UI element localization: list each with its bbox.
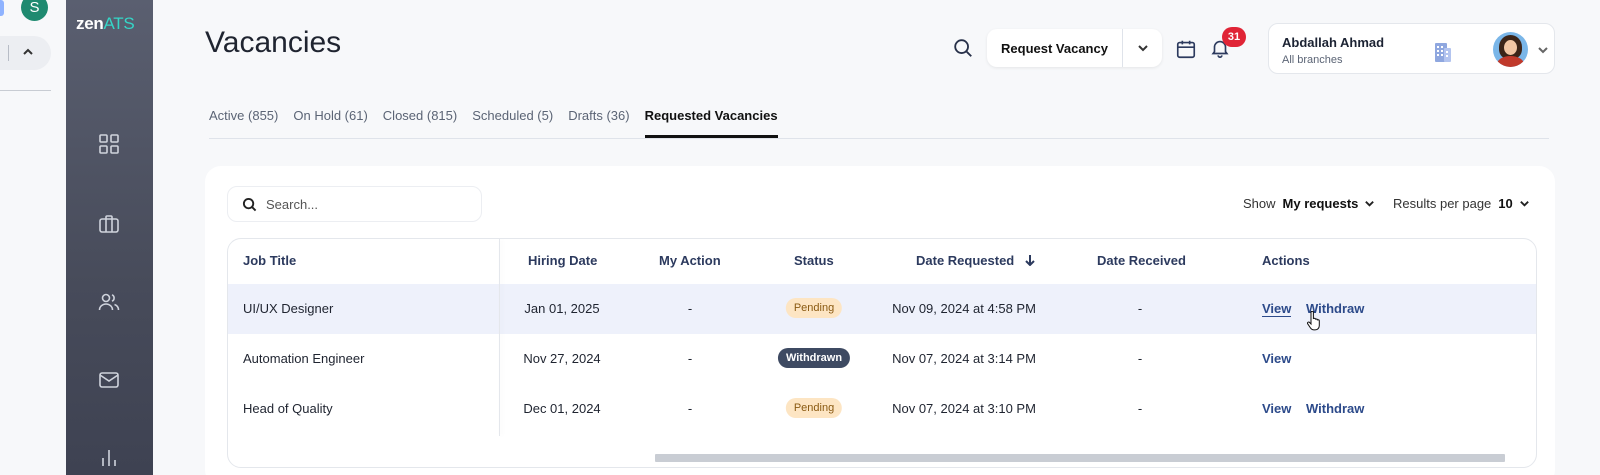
outer-profile-avatar[interactable]: S <box>21 0 48 21</box>
status-badge: Pending <box>785 298 843 318</box>
col-header-my-action[interactable]: My Action <box>659 253 721 268</box>
cell-date-received: - <box>1137 401 1143 416</box>
cell-my-action: - <box>687 301 693 316</box>
vacancy-tabs: Active (855) On Hold (61) Closed (815) S… <box>209 108 793 138</box>
cell-job-title: Head of Quality <box>243 401 333 416</box>
chevron-down-icon <box>1519 198 1530 209</box>
col-header-status[interactable]: Status <box>794 253 834 268</box>
user-avatar <box>1493 32 1528 67</box>
request-vacancy-button[interactable]: Request Vacancy <box>987 29 1123 67</box>
tab-closed[interactable]: Closed (815) <box>383 108 457 138</box>
user-profile-card[interactable]: Abdallah Ahmad All branches <box>1268 23 1555 74</box>
cell-hiring-date: Nov 27, 2024 <box>523 351 601 366</box>
cell-hiring-date: Dec 01, 2024 <box>523 401 601 416</box>
col-header-date-received[interactable]: Date Received <box>1097 253 1186 268</box>
briefcase-icon[interactable] <box>97 212 121 236</box>
cell-hiring-date: Jan 01, 2025 <box>524 301 600 316</box>
cell-date-received: - <box>1137 301 1143 316</box>
col-header-actions: Actions <box>1262 253 1310 268</box>
rpp-label: Results per page <box>1393 196 1492 211</box>
user-branches: All branches <box>1282 54 1343 66</box>
outer-divider <box>8 45 9 61</box>
request-vacancy-split-button: Request Vacancy <box>987 29 1162 67</box>
table-row[interactable]: Automation Engineer Nov 27, 2024 - Withd… <box>228 334 1536 384</box>
horizontal-scrollbar[interactable] <box>655 454 1505 462</box>
zenats-logo[interactable]: zenATS <box>76 14 135 34</box>
hand-cursor-icon <box>1306 310 1321 331</box>
chevron-down-icon <box>1537 43 1549 55</box>
cell-date-requested: Nov 07, 2024 at 3:10 PM <box>892 401 1036 416</box>
outer-separator <box>0 90 51 91</box>
tab-drafts[interactable]: Drafts (36) <box>568 108 629 138</box>
request-vacancy-dropdown[interactable] <box>1123 29 1162 67</box>
show-filter[interactable]: Show My requests <box>1243 196 1375 211</box>
results-per-page-select[interactable]: Results per page 10 <box>1393 196 1530 211</box>
calendar-icon[interactable] <box>1175 38 1197 60</box>
mail-icon[interactable] <box>97 368 121 392</box>
view-link[interactable]: View <box>1262 401 1291 416</box>
tabs-divider <box>209 138 1549 139</box>
sticky-column-divider <box>499 239 500 436</box>
cell-job-title: UI/UX Designer <box>243 301 334 316</box>
arrow-down-icon[interactable] <box>1024 254 1036 266</box>
view-link[interactable]: View <box>1262 351 1291 366</box>
show-value: My requests <box>1282 196 1359 211</box>
view-link[interactable]: View <box>1262 301 1292 317</box>
cell-my-action: - <box>687 351 693 366</box>
sidebar: zenATS <box>66 0 153 475</box>
search-icon[interactable] <box>952 37 976 61</box>
building-icon <box>1430 40 1454 64</box>
cell-date-received: - <box>1137 351 1143 366</box>
page-title: Vacancies <box>205 26 342 59</box>
tab-requested-vacancies[interactable]: Requested Vacancies <box>644 108 778 138</box>
outer-active-indicator <box>0 0 4 16</box>
chevron-up-icon <box>22 45 34 61</box>
notification-count-badge: 31 <box>1222 27 1246 47</box>
col-header-hiring-date[interactable]: Hiring Date <box>528 253 597 268</box>
col-header-job-title[interactable]: Job Title <box>243 253 296 268</box>
tab-active[interactable]: Active (855) <box>209 108 278 138</box>
requests-card: Show My requests Results per page 10 Job… <box>205 166 1555 475</box>
cell-job-title: Automation Engineer <box>243 351 365 366</box>
chevron-down-icon <box>1364 198 1375 209</box>
table-row[interactable]: Head of Quality Dec 01, 2024 - Pending N… <box>228 384 1536 434</box>
outer-collapse-toggle[interactable] <box>0 36 51 70</box>
outer-app-strip: S <box>0 0 66 475</box>
cell-date-requested: Nov 07, 2024 at 3:14 PM <box>892 351 1036 366</box>
rpp-value: 10 <box>1498 196 1513 211</box>
table-row[interactable]: UI/UX Designer Jan 01, 2025 - Pending No… <box>228 284 1536 334</box>
cell-my-action: - <box>687 401 693 416</box>
status-badge: Withdrawn <box>777 348 851 368</box>
user-name: Abdallah Ahmad <box>1282 35 1385 50</box>
dashboard-grid-icon[interactable] <box>97 132 121 156</box>
col-header-date-requested-label: Date Requested <box>916 253 1015 268</box>
tab-scheduled[interactable]: Scheduled (5) <box>472 108 553 138</box>
requests-table: Job Title Hiring Date My Action Status D… <box>227 238 1537 468</box>
search-icon <box>242 197 257 211</box>
withdraw-link[interactable]: Withdraw <box>1306 401 1364 416</box>
col-header-date-requested[interactable]: Date Requested <box>916 253 1036 268</box>
search-input[interactable] <box>266 196 466 212</box>
logo-text-accent: ATS <box>103 14 135 33</box>
show-label: Show <box>1243 196 1276 211</box>
tab-on-hold[interactable]: On Hold (61) <box>293 108 367 138</box>
status-badge: Pending <box>785 398 843 418</box>
chevron-down-icon <box>1137 45 1148 52</box>
users-icon[interactable] <box>97 290 121 314</box>
bar-chart-icon[interactable] <box>97 446 121 470</box>
logo-text-main: zen <box>76 14 104 33</box>
search-field <box>227 186 482 222</box>
cell-date-requested: Nov 09, 2024 at 4:58 PM <box>892 301 1036 316</box>
